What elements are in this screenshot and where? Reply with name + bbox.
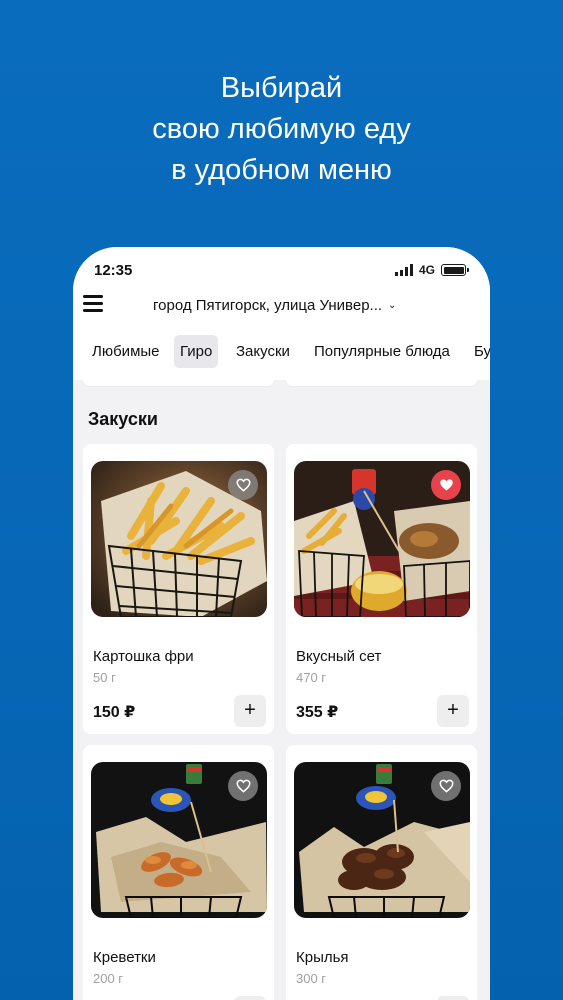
tab-snacks[interactable]: Закуски — [230, 335, 296, 368]
phone-screen: 12:35 4G город Пятигорск, улица Универ..… — [73, 247, 490, 1000]
product-weight: 470 г — [296, 670, 327, 685]
category-tabs: Любимые Гиро Закуски Популярные блюда Бу — [73, 335, 490, 369]
section-title: Закуски — [88, 409, 158, 429]
tab-gyro[interactable]: Гиро — [174, 335, 219, 368]
signal-icon — [394, 264, 413, 276]
battery-icon — [441, 264, 469, 276]
tab-more[interactable]: Бу — [468, 335, 490, 368]
product-price: 150 ₽ — [93, 704, 136, 721]
add-to-cart-button[interactable]: + — [437, 695, 469, 727]
product-card[interactable]: Креветки 200 г + — [83, 745, 274, 1000]
product-weight: 300 г — [296, 971, 327, 986]
product-photo-set — [294, 461, 470, 617]
product-name: Креветки — [93, 949, 156, 966]
tab-favorites[interactable]: Любимые — [86, 335, 166, 368]
heart-outline-icon — [438, 779, 454, 793]
add-to-cart-button[interactable]: + — [234, 996, 266, 1000]
favorite-button[interactable] — [228, 771, 258, 801]
add-to-cart-button[interactable]: + — [437, 996, 469, 1000]
address-bar: город Пятигорск, улица Универ... ⌄ — [73, 287, 490, 323]
previous-row-edge — [73, 380, 490, 386]
status-indicators: 4G — [394, 263, 469, 277]
product-card[interactable]: Вкусный сет 470 г 355 ₽ + — [286, 444, 477, 734]
hamburger-icon[interactable] — [83, 295, 103, 313]
chevron-down-icon: ⌄ — [388, 300, 397, 311]
product-card[interactable]: Крылья 300 г + — [286, 745, 477, 1000]
product-price: 355 ₽ — [296, 704, 339, 721]
status-time: 12:35 — [94, 262, 133, 279]
heart-outline-icon — [235, 779, 251, 793]
promo-headline: Выбирай свою любимую еду в удобном меню — [0, 68, 563, 191]
network-label: 4G — [418, 263, 435, 277]
product-photo-shrimp — [91, 762, 267, 918]
add-to-cart-button[interactable]: + — [234, 695, 266, 727]
promo-line-1: Выбирай — [220, 72, 343, 104]
product-weight: 50 г — [93, 670, 116, 685]
promo-line-2: свою любимую еду — [152, 113, 411, 145]
product-card[interactable]: Картошка фри 50 г 150 ₽ + — [83, 444, 274, 734]
favorite-button[interactable] — [431, 771, 461, 801]
favorite-button[interactable] — [228, 470, 258, 500]
product-photo-fries — [91, 461, 267, 617]
heart-outline-icon — [235, 478, 251, 492]
product-name: Крылья — [296, 949, 349, 966]
product-photo-wings — [294, 762, 470, 918]
product-name: Картошка фри — [93, 648, 194, 665]
address-selector[interactable]: город Пятигорск, улица Универ... ⌄ — [153, 297, 396, 314]
heart-filled-icon — [439, 479, 453, 491]
favorite-button[interactable] — [431, 470, 461, 500]
tab-popular[interactable]: Популярные блюда — [308, 335, 456, 368]
address-text: город Пятигорск, улица Универ... — [153, 297, 383, 314]
product-weight: 200 г — [93, 971, 124, 986]
app-header: 12:35 4G город Пятигорск, улица Универ..… — [73, 247, 490, 380]
product-name: Вкусный сет — [296, 648, 382, 665]
promo-line-3: в удобном меню — [171, 154, 392, 186]
